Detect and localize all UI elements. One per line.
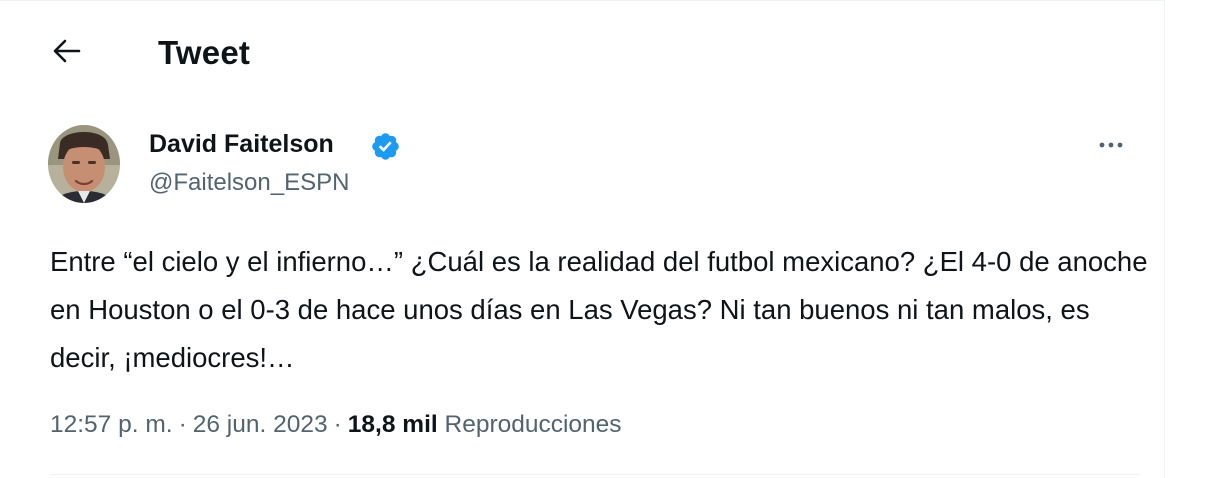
author-name[interactable]: David Faitelson <box>149 127 334 161</box>
more-horizontal-icon <box>1096 136 1126 154</box>
views-label[interactable]: Reproducciones <box>445 411 622 438</box>
tweet-date[interactable]: 26 jun. 2023 <box>193 411 328 438</box>
tweet-meta: 12:57 p. m. · 26 jun. 2023 · 18,8 mil Reprod… <box>50 406 622 444</box>
back-button[interactable] <box>44 32 90 74</box>
tweet-time[interactable]: 12:57 p. m. <box>50 411 173 438</box>
avatar[interactable] <box>48 125 120 203</box>
column-divider <box>1164 0 1165 478</box>
verified-badge-icon <box>370 131 401 162</box>
top-divider <box>0 0 1164 1</box>
arrow-left-icon <box>52 38 82 69</box>
meta-separator: · <box>178 411 187 438</box>
bottom-divider <box>50 474 1140 475</box>
page-title: Tweet <box>158 34 251 71</box>
meta-separator: · <box>333 411 342 438</box>
more-options-button[interactable] <box>1096 130 1126 160</box>
author-handle[interactable]: @Faitelson_ESPN <box>149 166 349 200</box>
views-count: 18,8 mil <box>347 411 438 438</box>
tweet-text: Entre “el cielo y el infierno…” ¿Cuál es… <box>50 246 1148 373</box>
tweet-page: Tweet David Faitelson @Faitelson_ESPN En… <box>0 0 1224 478</box>
